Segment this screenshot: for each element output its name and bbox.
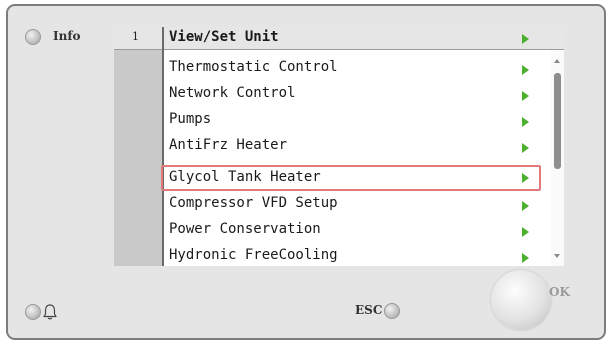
esc-label: ESC: [355, 303, 383, 317]
menu-scrollbar[interactable]: [551, 51, 564, 266]
menu-level-cell: 1: [114, 27, 162, 50]
menu-header[interactable]: View/Set Unit: [164, 27, 564, 50]
ok-button[interactable]: [491, 270, 551, 330]
arrow-right-icon: [522, 227, 529, 237]
alarm-led-button[interactable]: [25, 304, 41, 320]
menu-item-pumps[interactable]: Pumps: [164, 109, 550, 135]
bell-icon[interactable]: [42, 303, 58, 321]
menu-item-label: Thermostatic Control: [169, 59, 338, 75]
menu-item-label: Compressor VFD Setup: [169, 195, 338, 211]
menu-item-hydronic-freecooling[interactable]: Hydronic FreeCooling: [164, 245, 550, 266]
menu-title: View/Set Unit: [169, 29, 279, 45]
info-label: Info: [53, 29, 81, 43]
menu-item-glycol-tank-heater[interactable]: Glycol Tank Heater: [161, 165, 541, 191]
menu-item-label: Glycol Tank Heater: [169, 169, 321, 185]
arrow-right-icon: [522, 253, 529, 263]
arrow-right-icon: [522, 91, 529, 101]
menu-gutter: [114, 27, 162, 266]
menu-level-number: 1: [132, 30, 139, 43]
arrow-right-icon: [522, 143, 529, 153]
menu-item-thermostatic-control[interactable]: Thermostatic Control: [164, 57, 550, 83]
menu-item-label: AntiFrz Heater: [169, 137, 288, 153]
scroll-thumb[interactable]: [554, 73, 561, 169]
menu-item-network-control[interactable]: Network Control: [164, 83, 550, 109]
menu-item-power-conservation[interactable]: Power Conservation: [164, 219, 550, 245]
menu-item-label: Hydronic FreeCooling: [169, 247, 338, 263]
arrow-right-icon: [522, 201, 529, 211]
scroll-down-icon[interactable]: [554, 254, 560, 258]
menu-item-label: Pumps: [169, 111, 212, 127]
scroll-up-icon[interactable]: [554, 59, 560, 63]
info-led-button[interactable]: [25, 29, 41, 45]
menu-item-label: Network Control: [169, 85, 296, 101]
menu-item-compressor-vfd-setup[interactable]: Compressor VFD Setup: [164, 193, 550, 219]
arrow-right-icon: [522, 34, 529, 44]
menu-item-label: Power Conservation: [169, 221, 321, 237]
menu-item-antifrz-heater[interactable]: AntiFrz Heater: [164, 135, 550, 161]
esc-button[interactable]: [384, 303, 400, 319]
ok-label: OK: [549, 285, 570, 299]
arrow-right-icon: [522, 173, 529, 183]
arrow-right-icon: [522, 117, 529, 127]
display-screen: 1 View/Set Unit Thermostatic Control Net…: [114, 27, 564, 266]
arrow-right-icon: [522, 65, 529, 75]
